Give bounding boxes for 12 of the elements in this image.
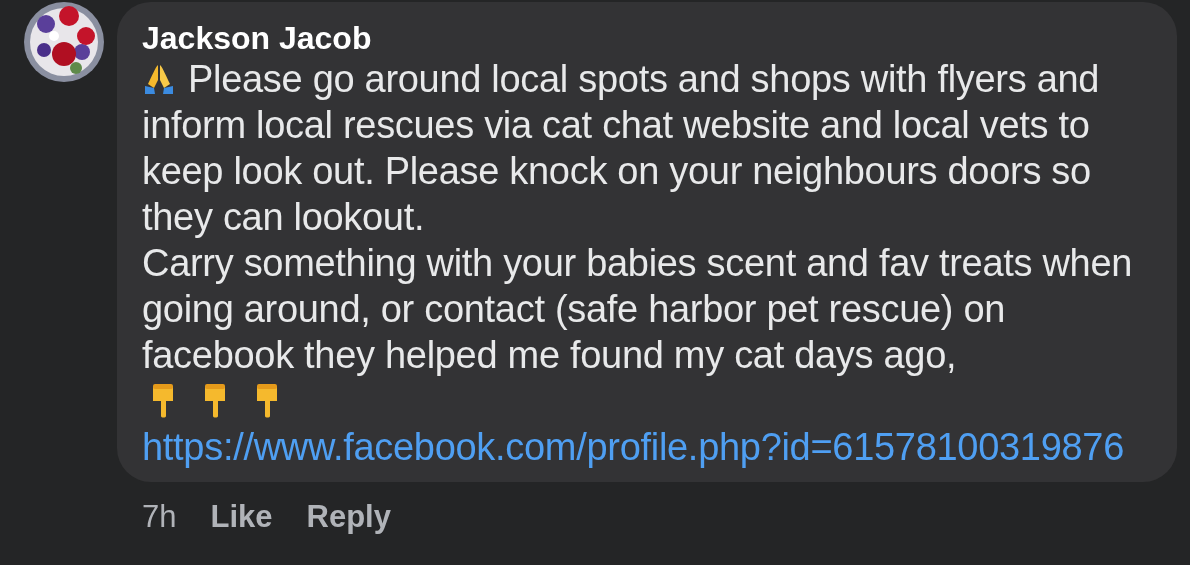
comment-text: Please go around local spots and shops with flyers and: [188, 56, 1100, 102]
comment-action[interactable]: Reply: [306, 494, 391, 541]
comment-text: keep look out. Please knock on your neighbours doors so: [142, 148, 1091, 194]
comment-text: Carry something with your babies scent and fav treats when: [142, 240, 1133, 286]
comment-text: they can lookout.: [142, 194, 425, 240]
comment-text: facebook they helped me found my cat days ago,: [142, 332, 957, 378]
comment-text: inform local rescues via cat chat website and local vets to: [142, 102, 1090, 148]
comment-text: going around, or contact (safe harbor pet rescue) on: [142, 286, 1006, 332]
author-name[interactable]: Jackson Jacob: [142, 20, 372, 56]
profile-link[interactable]: https://www.facebook.com/profile.php?id=61578100319876: [142, 418, 1124, 476]
comment-action[interactable]: Like: [210, 494, 273, 541]
timestamp: 7h: [142, 498, 177, 536]
